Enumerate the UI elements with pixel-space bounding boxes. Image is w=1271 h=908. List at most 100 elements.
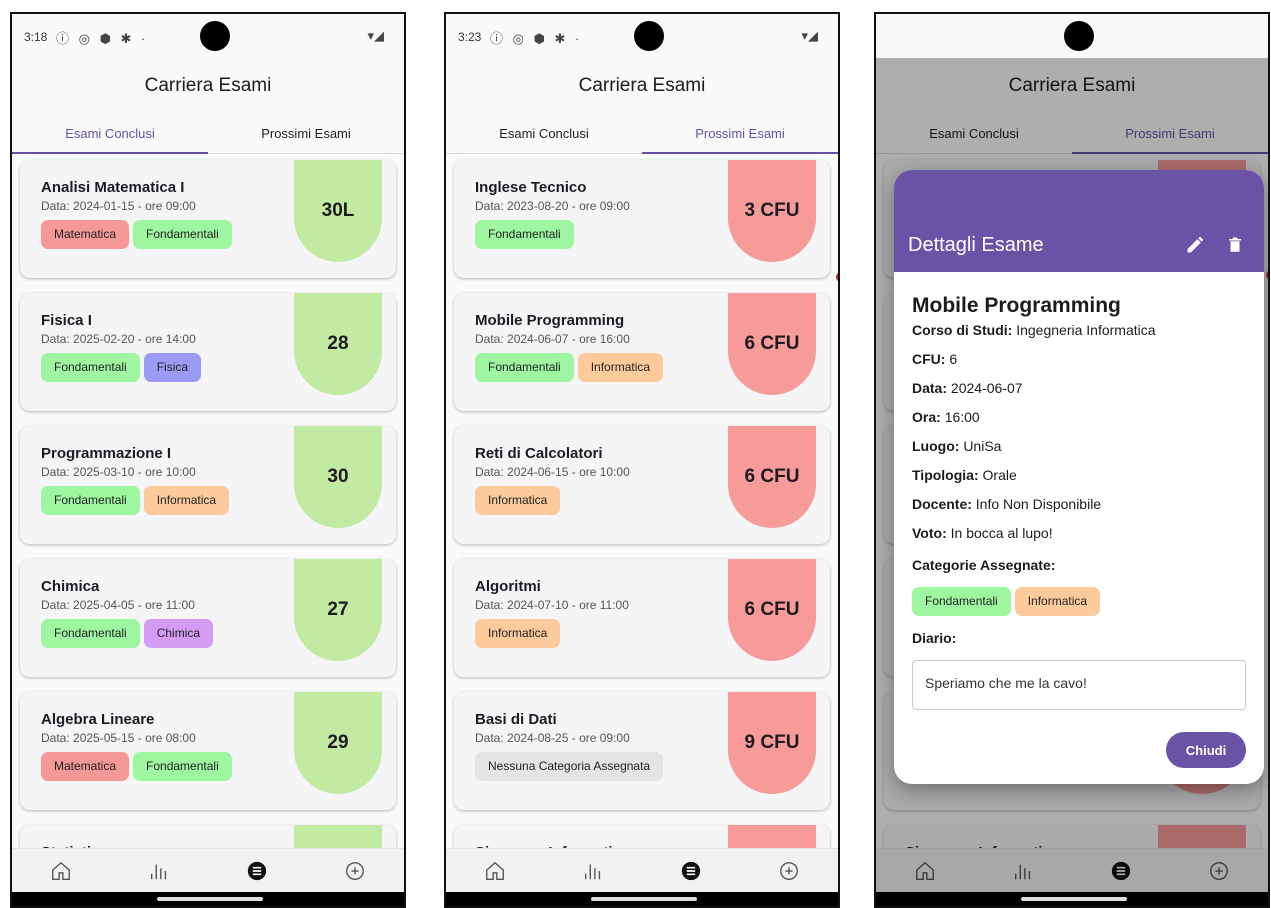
detail-field: Luogo: UniSa <box>912 438 1246 456</box>
tab-completed-exams[interactable]: Esami Conclusi <box>12 114 208 154</box>
grade-badge: 30 <box>294 426 382 528</box>
close-button[interactable]: Chiudi <box>1166 732 1246 768</box>
exam-title: Reti di Calcolatori <box>475 445 603 462</box>
exam-card[interactable]: Mobile Programming Data: 2024-06-07 - ore… <box>454 293 830 411</box>
exam-date: Data: 2024-01-15 - ore 09:00 <box>41 199 196 213</box>
cfu-badge: 6 CFU <box>728 426 816 528</box>
nav-list[interactable] <box>671 851 711 891</box>
detail-label: Ora: <box>912 409 941 425</box>
nav-add[interactable] <box>335 851 375 891</box>
detail-value: Orale <box>982 467 1017 483</box>
dialog-title: Dettagli Esame <box>908 234 1044 256</box>
app-title: Carriera Esami <box>12 58 404 114</box>
cfu-badge: 6 CFU <box>728 293 816 395</box>
exam-date: Data: 2024-08-25 - ore 09:00 <box>475 731 630 745</box>
exam-card[interactable]: Sicurezza Informatica <box>454 825 830 848</box>
exam-title: Algoritmi <box>475 578 541 595</box>
exam-date: Data: 2025-03-10 - ore 10:00 <box>41 465 196 479</box>
exam-card[interactable]: Algebra Lineare Data: 2025-05-15 - ore 08… <box>20 692 396 810</box>
tab-completed-exams[interactable]: Esami Conclusi <box>446 114 642 153</box>
grade-badge: 28 <box>294 293 382 395</box>
category-chip: Fondamentali <box>133 220 232 249</box>
exam-card[interactable]: Analisi Matematica I Data: 2024-01-15 - o… <box>20 160 396 278</box>
exam-date: Data: 2025-04-05 - ore 11:00 <box>41 598 195 612</box>
list-icon <box>247 861 267 880</box>
home-icon <box>486 861 504 880</box>
grade-badge: 30L <box>294 160 382 262</box>
category-chips: Matematica Fondamentali <box>41 220 232 249</box>
network-icon: ▾◢ <box>801 28 818 43</box>
home-indicator[interactable] <box>591 897 697 901</box>
detail-field: Voto: In bocca al lupo! <box>912 525 1246 543</box>
nav-add[interactable] <box>769 851 809 891</box>
category-chips: Fondamentali <box>475 220 574 249</box>
category-chip: Matematica <box>41 220 130 249</box>
category-chip: Informatica <box>1014 587 1101 616</box>
nav-stats[interactable] <box>139 851 179 891</box>
category-chip: Informatica <box>577 353 664 382</box>
nav-home[interactable] <box>475 851 515 891</box>
dialog-body: Mobile Programming Corso di Studi: Ingeg… <box>894 272 1264 710</box>
categories-label: Categorie Assegnate: <box>912 557 1056 573</box>
category-chip: Fondamentali <box>475 220 574 249</box>
notification-icons: ⓘ ◎ ⬢ ✱ · <box>490 31 583 46</box>
scroll-indicator-dot <box>836 272 838 282</box>
detail-fields: Corso di Studi: Ingegneria Informatica CF… <box>912 322 1246 543</box>
exam-card[interactable]: Fisica I Data: 2025-02-20 - ore 14:00 Fond… <box>20 293 396 411</box>
exam-details-dialog: Dettagli Esame Mobile Programming Corso … <box>894 170 1264 784</box>
status-bar: 3:23 ⓘ ◎ ⬢ ✱ · ▾◢ <box>446 14 838 58</box>
home-indicator[interactable] <box>157 897 263 901</box>
detail-label: Data: <box>912 380 948 396</box>
exam-title: Fisica I <box>41 312 92 329</box>
notification-icons: ⓘ ◎ ⬢ ✱ · <box>56 31 149 46</box>
category-chip: Informatica <box>475 619 561 648</box>
grade-badge: 27 <box>294 559 382 661</box>
home-indicator[interactable] <box>1021 897 1127 901</box>
exam-card[interactable]: Reti di Calcolatori Data: 2024-06-15 - or… <box>454 426 830 544</box>
app-title: Carriera Esami <box>446 58 838 114</box>
cfu-badge: 6 CFU <box>728 559 816 661</box>
exam-date: Data: 2024-06-07 - ore 16:00 <box>475 332 630 346</box>
category-chips: Matematica Fondamentali <box>41 752 232 781</box>
nav-home[interactable] <box>41 851 81 891</box>
cfu-badge: 9 CFU <box>728 692 816 794</box>
nav-stats[interactable] <box>573 851 613 891</box>
tab-upcoming-exams[interactable]: Prossimi Esami <box>208 114 404 153</box>
delete-button[interactable] <box>1222 232 1248 258</box>
exam-card[interactable]: Inglese Tecnico Data: 2023-08-20 - ore 09… <box>454 160 830 278</box>
category-chip: Fondamentali <box>41 486 140 515</box>
exam-card[interactable]: Basi di Dati Data: 2024-08-25 - ore 09:00… <box>454 692 830 810</box>
bar-chart-icon <box>150 864 167 879</box>
exam-card[interactable]: Algoritmi Data: 2024-07-10 - ore 11:00 Inf… <box>454 559 830 677</box>
detail-label: Corso di Studi: <box>912 322 1013 338</box>
edit-button[interactable] <box>1182 232 1208 258</box>
detail-field: Tipologia: Orale <box>912 467 1246 485</box>
tab-upcoming-exams[interactable]: Prossimi Esami <box>642 114 838 154</box>
category-chips: FondamentaliInformatica <box>912 587 1246 616</box>
detail-value: In bocca al lupo! <box>950 525 1053 541</box>
dialog-header: Dettagli Esame <box>894 170 1264 272</box>
category-chip: Informatica <box>475 486 561 515</box>
diary-field[interactable]: Speriamo che me la cavo! <box>912 660 1246 710</box>
category-chips: Nessuna Categoria Assegnata <box>475 752 664 781</box>
exam-card[interactable]: Chimica Data: 2025-04-05 - ore 11:00 Fonda… <box>20 559 396 677</box>
scroll-indicator-dot <box>1266 270 1268 280</box>
status-time: 3:18 <box>24 30 48 44</box>
detail-value: Info Non Disponibile <box>975 496 1102 512</box>
bottom-navigation <box>446 848 838 892</box>
exam-title: Chimica <box>41 578 100 595</box>
detail-label: Voto: <box>912 525 947 541</box>
exam-card[interactable]: Statistica <box>20 825 396 848</box>
cfu-badge <box>728 825 816 848</box>
category-chips: Informatica <box>475 619 561 648</box>
detail-value: Ingegneria Informatica <box>1016 322 1156 338</box>
exam-list: Analisi Matematica I Data: 2024-01-15 - o… <box>12 156 404 848</box>
phone-screen-upcoming-exams: 3:23 ⓘ ◎ ⬢ ✱ · ▾◢ Carriera Esami Esami C… <box>444 12 840 908</box>
list-icon <box>681 861 701 880</box>
camera-cutout <box>634 21 664 51</box>
category-chip: Chimica <box>143 619 214 648</box>
category-chips: FondamentaliInformatica <box>475 353 664 382</box>
category-chip: Fondamentali <box>475 353 574 382</box>
exam-card[interactable]: Programmazione I Data: 2025-03-10 - ore 1… <box>20 426 396 544</box>
nav-list[interactable] <box>237 851 277 891</box>
